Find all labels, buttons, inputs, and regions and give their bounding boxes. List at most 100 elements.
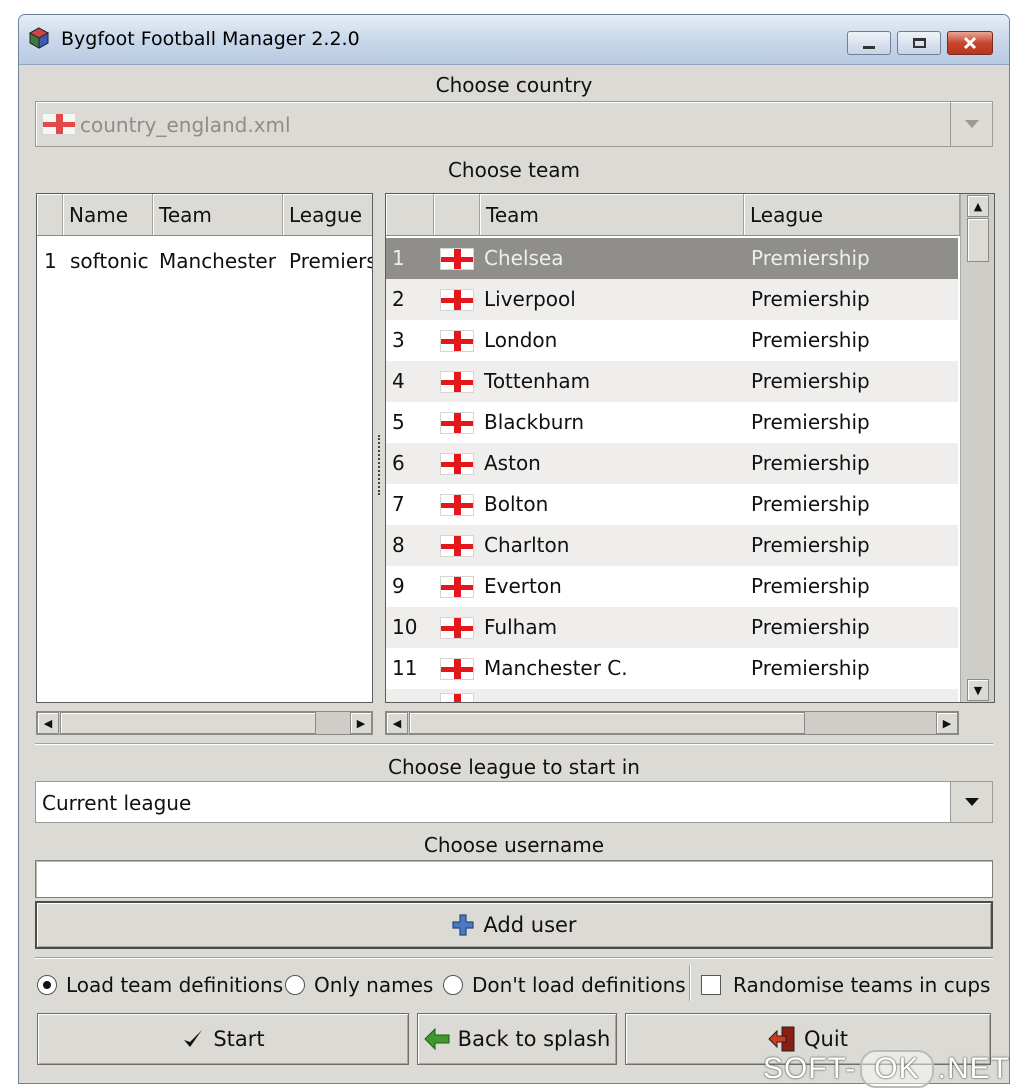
team-row-num: 3 xyxy=(392,328,405,352)
team-row[interactable]: 2 Liverpool Premiership xyxy=(386,279,958,320)
team-row[interactable]: 4 Tottenham Premiership xyxy=(386,361,958,402)
radio-dont-load[interactable]: Don't load definitions xyxy=(443,973,686,997)
randomise-checkbox[interactable]: Randomise teams in cups xyxy=(701,973,990,997)
team-row[interactable]: 11 Manchester C. Premiership xyxy=(386,648,958,689)
scroll-down-button[interactable]: ▼ xyxy=(967,679,989,701)
team-row[interactable]: 3 London Premiership xyxy=(386,320,958,361)
england-flag-icon xyxy=(42,113,76,135)
team-row[interactable]: 1 Chelsea Premiership xyxy=(386,238,958,279)
arrow-left-icon xyxy=(423,1028,450,1050)
scroll-left-button[interactable]: ◀ xyxy=(386,712,408,734)
users-header-team[interactable]: Team xyxy=(153,194,283,236)
team-row[interactable]: 8 Charlton Premiership xyxy=(386,525,958,566)
radio-only-names[interactable]: Only names xyxy=(285,973,433,997)
arrow-right-icon: ▶ xyxy=(356,716,366,730)
title-bar[interactable]: Bygfoot Football Manager 2.2.0 xyxy=(19,15,1009,65)
teams-header-league[interactable]: League xyxy=(744,194,960,236)
teams-hscrollbar[interactable]: ◀ ▶ xyxy=(385,711,959,735)
country-dropdown-arrow[interactable] xyxy=(950,102,992,146)
users-header-name[interactable]: Name xyxy=(63,194,153,236)
team-row-league: Premiership xyxy=(751,533,870,557)
separator xyxy=(35,743,993,745)
team-row-partial[interactable] xyxy=(386,689,958,702)
close-icon xyxy=(963,36,977,50)
england-flag-icon xyxy=(440,576,474,598)
scroll-up-button[interactable]: ▲ xyxy=(967,195,989,217)
teams-header-team[interactable]: Team xyxy=(480,194,744,236)
minimize-button[interactable] xyxy=(847,31,891,55)
watermark-right: .NET xyxy=(937,1052,1010,1085)
checkbox[interactable] xyxy=(701,975,721,995)
arrow-left-icon: ◀ xyxy=(43,716,53,730)
scroll-right-button[interactable]: ▶ xyxy=(350,712,372,734)
team-row-league: Premiership xyxy=(751,287,870,311)
main-window: Bygfoot Football Manager 2.2.0 Choose co… xyxy=(18,14,1010,1084)
watermark-middle: OK xyxy=(860,1050,934,1088)
watermark-logo: SOFT- OK .NET xyxy=(763,1050,1010,1088)
team-row[interactable]: 10 Fulham Premiership xyxy=(386,607,958,648)
chevron-down-icon xyxy=(964,798,979,806)
team-row[interactable]: 6 Aston Premiership xyxy=(386,443,958,484)
team-row-num: 8 xyxy=(392,533,405,557)
scroll-left-button[interactable]: ◀ xyxy=(37,712,59,734)
team-row-league: Premiership xyxy=(751,328,870,352)
england-flag-icon xyxy=(440,617,474,639)
team-row[interactable]: 7 Bolton Premiership xyxy=(386,484,958,525)
teams-vscrollbar[interactable]: ▲ ▼ xyxy=(960,194,994,702)
team-row-name: London xyxy=(484,328,558,352)
england-flag-icon xyxy=(440,371,474,393)
maximize-button[interactable] xyxy=(897,31,941,55)
add-user-button[interactable]: Add user xyxy=(35,901,993,949)
team-row[interactable]: 9 Everton Premiership xyxy=(386,566,958,607)
team-row[interactable]: 5 Blackburn Premiership xyxy=(386,402,958,443)
pane-divider-handle[interactable] xyxy=(375,435,383,495)
scroll-right-button[interactable]: ▶ xyxy=(936,712,958,734)
teams-vscroll-thumb[interactable] xyxy=(967,218,989,262)
team-row-name: Manchester C. xyxy=(484,656,628,680)
users-row-name: softonic xyxy=(70,249,149,273)
users-row-team: Manchester xyxy=(159,249,276,273)
users-header-num[interactable] xyxy=(37,194,63,236)
country-combo-value: country_england.xml xyxy=(80,113,291,137)
england-flag-icon xyxy=(440,412,474,434)
add-user-label: Add user xyxy=(483,913,577,937)
team-row-num: 1 xyxy=(392,246,405,270)
separator xyxy=(35,957,993,959)
username-input[interactable] xyxy=(35,860,993,898)
radio-load-definitions[interactable]: Load team definitions xyxy=(37,973,283,997)
team-row-name: Tottenham xyxy=(484,369,591,393)
radio-button-selected[interactable] xyxy=(37,975,57,995)
radio-dont-load-label: Don't load definitions xyxy=(472,973,686,997)
users-header-league[interactable]: League xyxy=(283,194,372,236)
england-flag-icon xyxy=(440,494,474,516)
teams-header-flag[interactable] xyxy=(434,194,480,236)
users-hscroll-thumb[interactable] xyxy=(60,712,316,734)
window-title: Bygfoot Football Manager 2.2.0 xyxy=(61,28,360,50)
team-row-name: Aston xyxy=(484,451,541,475)
team-row-league: Premiership xyxy=(751,369,870,393)
teams-header-num[interactable] xyxy=(386,194,434,236)
england-flag-icon xyxy=(440,693,474,702)
users-table[interactable]: Name Team League 1 softonic Manchester P… xyxy=(36,193,373,703)
england-flag-icon xyxy=(440,248,474,270)
maximize-icon xyxy=(912,38,926,48)
back-to-splash-label: Back to splash xyxy=(457,1027,611,1051)
team-row-num: 7 xyxy=(392,492,405,516)
league-combo[interactable]: Current league xyxy=(35,781,993,823)
league-dropdown-arrow[interactable] xyxy=(950,782,992,822)
team-row-name: Bolton xyxy=(484,492,549,516)
back-to-splash-button[interactable]: Back to splash xyxy=(417,1013,617,1065)
teams-table[interactable]: Team League 1 Chelsea Premiership 2 Live… xyxy=(385,193,995,703)
users-hscrollbar[interactable]: ◀ ▶ xyxy=(36,711,373,735)
choose-league-label: Choose league to start in xyxy=(388,755,640,779)
country-combo[interactable]: country_england.xml xyxy=(35,101,993,147)
radio-button[interactable] xyxy=(443,975,463,995)
start-label: Start xyxy=(213,1027,265,1051)
teams-hscroll-thumb[interactable] xyxy=(409,712,805,734)
radio-button[interactable] xyxy=(285,975,305,995)
start-button[interactable]: Start xyxy=(37,1013,409,1065)
radio-load-definitions-label: Load team definitions xyxy=(66,973,284,997)
users-table-row[interactable]: 1 softonic Manchester Premiership xyxy=(37,238,372,278)
close-button[interactable] xyxy=(947,31,993,55)
app-icon xyxy=(29,27,49,49)
